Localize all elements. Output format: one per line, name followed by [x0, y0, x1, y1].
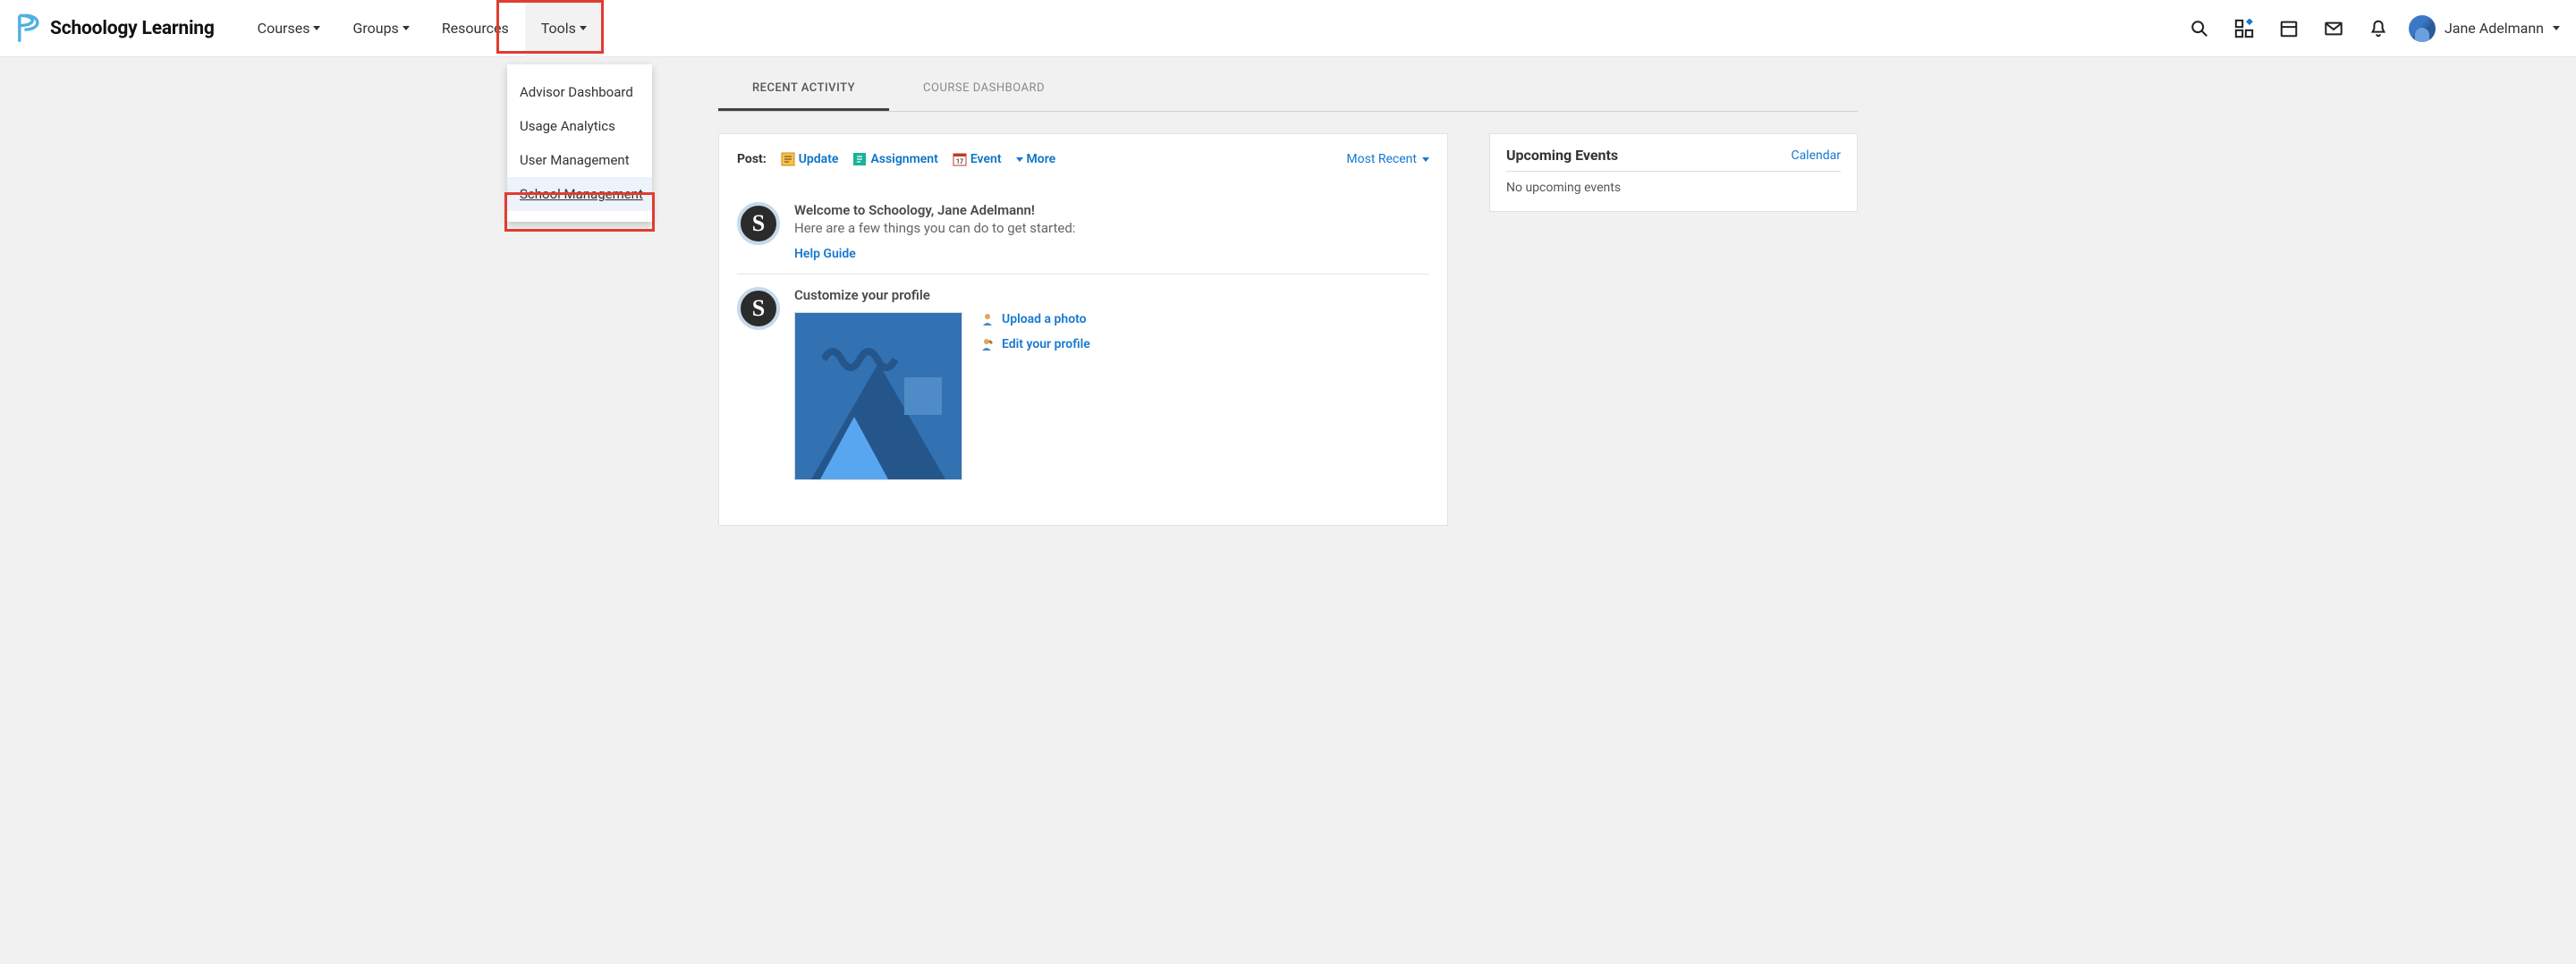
post-event-label: Event [970, 152, 1002, 166]
customize-title: Customize your profile [794, 287, 1429, 303]
schoology-badge-icon: S [737, 202, 780, 245]
feed: S Welcome to Schoology, Jane Adelmann! H… [737, 190, 1429, 493]
nav-icons [2189, 18, 2389, 39]
calendar-icon[interactable] [2278, 18, 2300, 39]
nav-main: Courses Groups Resources Tools [242, 0, 603, 57]
post-more-label: More [1027, 152, 1056, 166]
sidebar-panel: Upcoming Events Calendar No upcoming eve… [1489, 133, 1858, 212]
tab-recent-activity[interactable]: RECENT ACTIVITY [718, 68, 889, 111]
bell-icon[interactable] [2368, 18, 2389, 39]
nav-resources[interactable]: Resources [426, 0, 525, 57]
avatar [2409, 15, 2436, 42]
sort-label: Most Recent [1346, 152, 1417, 166]
tools-menu-school-management[interactable]: School Management [507, 177, 652, 211]
nav-courses-label: Courses [258, 20, 310, 37]
search-icon[interactable] [2189, 18, 2210, 39]
nav-groups[interactable]: Groups [336, 0, 425, 57]
assignment-icon [852, 152, 867, 166]
feed-customize-profile: S Customize your profile [737, 275, 1429, 493]
user-menu[interactable]: Jane Adelmann [2409, 15, 2560, 42]
svg-text:17: 17 [956, 158, 963, 165]
help-guide-link[interactable]: Help Guide [794, 247, 856, 261]
post-event[interactable]: 17 Event [949, 152, 1005, 166]
brand-logo-icon [16, 13, 41, 44]
chevron-down-icon [1016, 157, 1023, 162]
sort-most-recent[interactable]: Most Recent [1346, 152, 1429, 166]
chevron-down-icon [313, 26, 320, 30]
welcome-title: Welcome to Schoology, Jane Adelmann! [794, 202, 1429, 218]
upload-photo-link[interactable]: Upload a photo [980, 312, 1090, 326]
tools-menu-usage-analytics[interactable]: Usage Analytics [507, 109, 652, 143]
brand[interactable]: Schoology Learning [16, 13, 215, 44]
event-icon: 17 [953, 152, 967, 166]
post-label: Post: [737, 152, 767, 166]
edit-profile-link[interactable]: Edit your profile [980, 337, 1090, 351]
post-assignment-label: Assignment [870, 152, 937, 166]
post-update[interactable]: Update [777, 152, 843, 166]
profile-placeholder-image [794, 312, 962, 480]
chevron-down-icon [402, 26, 410, 30]
calendar-link[interactable]: Calendar [1791, 148, 1841, 163]
tab-course-dashboard[interactable]: COURSE DASHBOARD [889, 68, 1079, 111]
topbar: Schoology Learning Courses Groups Resour… [0, 0, 2576, 57]
nav-tools[interactable]: Tools [525, 0, 603, 57]
upcoming-empty: No upcoming events [1506, 172, 1841, 195]
upcoming-title: Upcoming Events [1506, 147, 1618, 164]
content: RECENT ACTIVITY COURSE DASHBOARD Post: U… [706, 68, 1870, 526]
update-icon [781, 152, 795, 166]
nav-courses[interactable]: Courses [242, 0, 337, 57]
brand-name: Schoology Learning [50, 18, 215, 39]
apps-icon[interactable] [2233, 18, 2255, 39]
tools-menu-advisor-dashboard[interactable]: Advisor Dashboard [507, 75, 652, 109]
upload-photo-label: Upload a photo [1002, 312, 1087, 326]
edit-profile-label: Edit your profile [1002, 337, 1090, 351]
person-edit-icon [980, 337, 995, 351]
person-icon [980, 312, 995, 326]
post-update-label: Update [799, 152, 839, 166]
post-assignment[interactable]: Assignment [849, 152, 941, 166]
tools-dropdown: Advisor Dashboard Usage Analytics User M… [507, 64, 652, 222]
chevron-down-icon [580, 26, 587, 30]
post-more[interactable]: More [1013, 152, 1060, 166]
tabs: RECENT ACTIVITY COURSE DASHBOARD [718, 68, 1858, 112]
mail-icon[interactable] [2323, 18, 2344, 39]
nav-tools-label: Tools [541, 20, 576, 37]
welcome-sub: Here are a few things you can do to get … [794, 220, 1429, 236]
schoology-badge-icon: S [737, 287, 780, 330]
feed-welcome: S Welcome to Schoology, Jane Adelmann! H… [737, 190, 1429, 275]
chevron-down-icon [1422, 157, 1429, 162]
nav-resources-label: Resources [442, 20, 509, 37]
tools-menu-user-management[interactable]: User Management [507, 143, 652, 177]
user-name: Jane Adelmann [2445, 20, 2544, 37]
post-bar: Post: Update Assignment [737, 148, 1429, 166]
main-panel: Post: Update Assignment [718, 133, 1448, 526]
chevron-down-icon [2553, 26, 2560, 30]
nav-groups-label: Groups [352, 20, 398, 37]
